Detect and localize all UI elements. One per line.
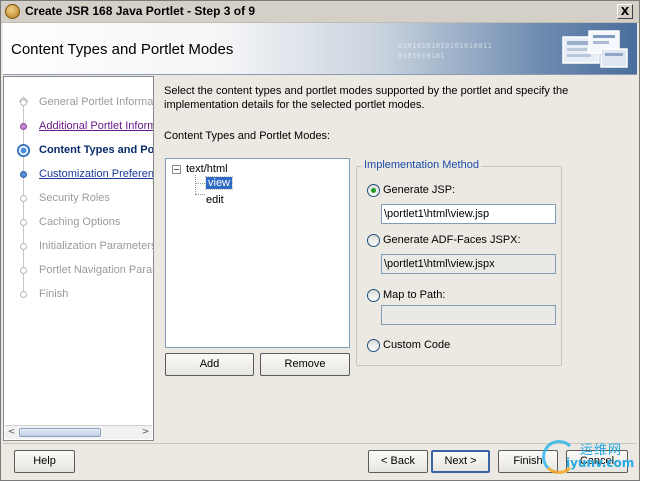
step-customization-preferences[interactable]: Customization Preferences — [4, 164, 153, 186]
step-general-portlet-information: General Portlet Information — [4, 92, 153, 114]
step-label[interactable]: Customization Preferences — [39, 168, 153, 180]
step-security-roles: Security Roles — [4, 188, 153, 210]
map-to-path-radio[interactable] — [367, 289, 380, 302]
scroll-left-icon[interactable]: < — [6, 427, 17, 438]
step-additional-portlet-information[interactable]: Additional Portlet Information — [4, 116, 153, 138]
implementation-method-legend: Implementation Method — [362, 159, 481, 171]
step-label: Initialization Parameters — [39, 240, 153, 252]
step-dot-icon — [20, 267, 27, 274]
next-button[interactable]: Next > — [431, 450, 490, 473]
tree-node-view[interactable]: view — [204, 176, 234, 190]
step-label: Finish — [39, 288, 69, 300]
add-button[interactable]: Add — [165, 353, 254, 376]
step-finish: Finish — [4, 284, 153, 306]
step-initialization-parameters: Initialization Parameters — [4, 236, 153, 258]
step-dot-icon — [20, 219, 27, 226]
step-content: Select the content types and portlet mod… — [156, 76, 637, 441]
implementation-method-group: Implementation Method Generate JSP: \por… — [356, 159, 562, 366]
step-content-types-and-portlet-modes: Content Types and Portlet Modes — [4, 140, 153, 162]
content-types-label: Content Types and Portlet Modes: — [164, 130, 331, 142]
step-navigator: General Portlet Information Additional P… — [3, 76, 154, 441]
java-cup-icon — [5, 4, 20, 19]
step-portlet-navigation-parameters: Portlet Navigation Parameters — [4, 260, 153, 282]
step-description: Select the content types and portlet mod… — [164, 85, 569, 111]
collapse-icon[interactable]: − — [172, 165, 181, 174]
nav-horizontal-scrollbar[interactable]: < > — [5, 425, 152, 439]
step-label: Portlet Navigation Parameters — [39, 264, 153, 276]
tree-node-edit[interactable]: edit — [206, 194, 224, 206]
tree-connector — [195, 194, 205, 195]
step-caching-options: Caching Options — [4, 212, 153, 234]
tree-connector — [195, 183, 205, 184]
step-label: Content Types and Portlet Modes — [39, 144, 153, 156]
step-dot-icon — [20, 243, 27, 250]
content-types-tree[interactable]: − text/html view edit — [165, 158, 350, 348]
close-button[interactable]: X — [617, 4, 633, 19]
scroll-thumb[interactable] — [19, 428, 101, 437]
step-dot-icon — [20, 291, 27, 298]
map-path-field — [381, 305, 556, 325]
scroll-right-icon[interactable]: > — [140, 427, 151, 438]
step-dot-icon — [20, 99, 27, 106]
tree-connector — [195, 175, 196, 194]
step-label: General Portlet Information — [39, 96, 153, 108]
window-title: Create JSR 168 Java Portlet - Step 3 of … — [25, 4, 256, 18]
step-current-icon — [17, 144, 30, 157]
watermark-url: iyunv.com — [566, 456, 635, 470]
custom-code-radio[interactable] — [367, 339, 380, 352]
jsp-path-field[interactable]: \portlet1\html\view.jsp — [381, 204, 556, 224]
generate-adf-faces-jspx-radio[interactable] — [367, 234, 380, 247]
back-button[interactable]: < Back — [368, 450, 428, 473]
binary-decoration: 01010101010101010011 0101010101 — [398, 42, 493, 60]
wizard-window: Create JSR 168 Java Portlet - Step 3 of … — [0, 0, 640, 481]
step-dot-icon — [20, 171, 27, 178]
step-label[interactable]: Additional Portlet Information — [39, 120, 153, 132]
step-dot-icon — [20, 123, 27, 130]
site-watermark: 运维网 iyunv.com — [536, 436, 645, 481]
custom-code-label[interactable]: Custom Code — [383, 339, 450, 351]
step-label: Caching Options — [39, 216, 121, 228]
page-title: Content Types and Portlet Modes — [11, 41, 234, 58]
title-bar: Create JSR 168 Java Portlet - Step 3 of … — [1, 1, 639, 23]
jspx-path-field: \portlet1\html\view.jspx — [381, 254, 556, 274]
help-button[interactable]: Help — [14, 450, 75, 473]
step-dot-icon — [20, 195, 27, 202]
tree-node-text-html[interactable]: text/html — [186, 163, 228, 175]
remove-button[interactable]: Remove — [260, 353, 350, 376]
generate-jsp-label[interactable]: Generate JSP: — [383, 184, 455, 196]
generate-jsp-radio[interactable] — [367, 184, 380, 197]
step-label: Security Roles — [39, 192, 110, 204]
generate-adf-faces-jspx-label[interactable]: Generate ADF-Faces JSPX: — [383, 234, 521, 246]
map-to-path-label[interactable]: Map to Path: — [383, 289, 445, 301]
wizard-illustration-icon — [562, 30, 628, 68]
wizard-header: Content Types and Portlet Modes 01010101… — [3, 23, 637, 75]
